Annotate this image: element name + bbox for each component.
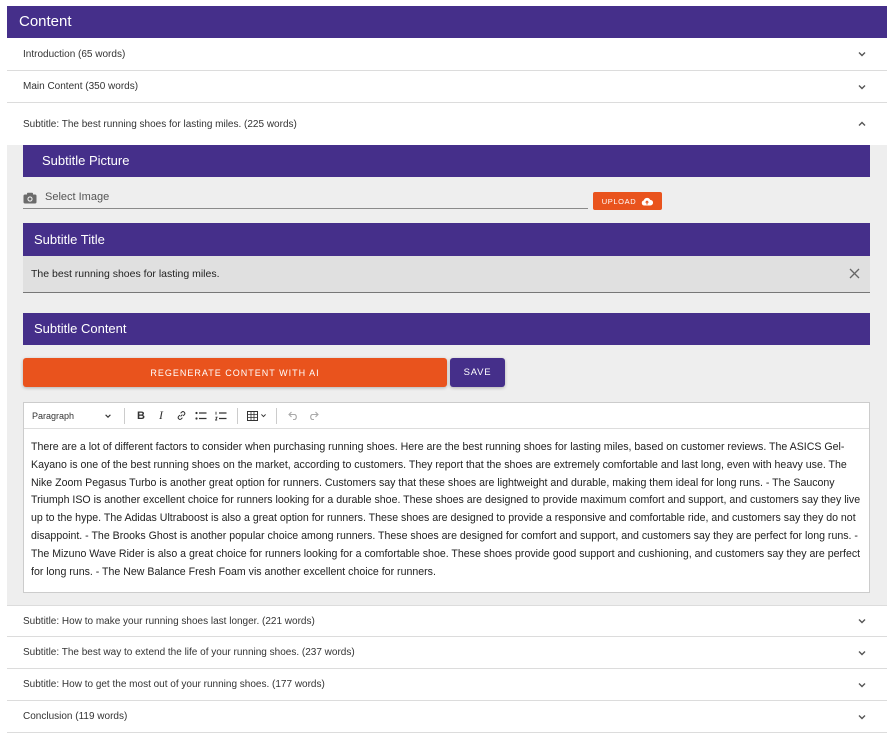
accordion-label: Subtitle: The best running shoes for las…: [23, 118, 297, 130]
paragraph-format-select[interactable]: Paragraph: [32, 411, 118, 421]
regenerate-label: REGENERATE CONTENT WITH AI: [150, 367, 320, 378]
regenerate-content-button[interactable]: REGENERATE CONTENT WITH AI: [23, 358, 447, 387]
accordion-main-content[interactable]: Main Content (350 words): [7, 71, 887, 103]
content-title: Content: [19, 13, 72, 30]
toolbar-divider: [276, 407, 277, 424]
chevron-down-icon: [857, 712, 867, 722]
redo-icon[interactable]: [303, 407, 323, 425]
numbered-list-icon[interactable]: [211, 407, 231, 425]
accordion-label: Subtitle: How to get the most out of you…: [23, 679, 325, 690]
subtitle-title-value: The best running shoes for lasting miles…: [31, 268, 220, 280]
format-select-value: Paragraph: [32, 410, 75, 421]
accordion-conclusion[interactable]: Conclusion (119 words): [7, 701, 887, 733]
rich-text-editor: Paragraph B I There are a lot of differe…: [23, 402, 870, 593]
accordion-subtitle-4[interactable]: Subtitle: How to get the most out of you…: [7, 669, 887, 701]
subtitle-content-heading: Subtitle Content: [34, 321, 127, 336]
chevron-down-icon: [857, 648, 867, 658]
bold-icon[interactable]: B: [131, 407, 151, 425]
subtitle-content-header: Subtitle Content: [23, 313, 870, 345]
accordion-label: Main Content (350 words): [23, 81, 139, 92]
select-image-label: Select Image: [45, 191, 110, 203]
accordion-subtitle-1[interactable]: Subtitle: The best running shoes for las…: [7, 103, 887, 145]
link-icon[interactable]: [171, 407, 191, 425]
subtitle-title-heading: Subtitle Title: [34, 232, 105, 247]
camera-icon: [23, 191, 37, 204]
chevron-down-icon: [857, 616, 867, 626]
subtitle-title-header: Subtitle Title: [23, 223, 870, 256]
close-icon[interactable]: [849, 268, 860, 279]
accordion-subtitle-3[interactable]: Subtitle: The best way to extend the lif…: [7, 637, 887, 669]
accordion-label: Introduction (65 words): [23, 48, 126, 60]
save-label: SAVE: [463, 367, 492, 378]
chevron-down-icon: [857, 49, 867, 59]
editor-paragraph: There are a lot of different factors to …: [31, 441, 861, 578]
accordion-introduction[interactable]: Introduction (65 words): [7, 38, 887, 71]
select-image-field[interactable]: Select Image: [23, 186, 588, 209]
save-button[interactable]: SAVE: [450, 358, 505, 387]
chevron-up-icon: [857, 119, 867, 129]
insert-table-icon[interactable]: [244, 407, 270, 425]
subtitle-picture-heading: Subtitle Picture: [42, 153, 130, 168]
chevron-down-icon: [857, 680, 867, 690]
accordion-label: Conclusion (119 words): [23, 711, 128, 722]
toolbar-divider: [237, 407, 238, 424]
toolbar-divider: [124, 407, 125, 424]
subtitle-title-input[interactable]: The best running shoes for lasting miles…: [23, 256, 870, 293]
subtitle-picture-header: Subtitle Picture: [23, 145, 870, 177]
accordion-subtitle-2[interactable]: Subtitle: How to make your running shoes…: [7, 605, 887, 637]
upload-button[interactable]: UPLOAD: [593, 192, 662, 210]
cloud-upload-icon: [641, 197, 654, 206]
content-header: Content: [7, 6, 887, 38]
accordion-label: Subtitle: How to make your running shoes…: [23, 615, 315, 627]
chevron-down-icon: [857, 82, 867, 92]
editor-content[interactable]: There are a lot of different factors to …: [24, 429, 869, 581]
accordion-label: Subtitle: The best way to extend the lif…: [23, 647, 355, 658]
editor-toolbar: Paragraph B I: [24, 403, 869, 429]
italic-icon[interactable]: I: [151, 407, 171, 425]
upload-label: UPLOAD: [601, 196, 637, 206]
chevron-down-icon: [104, 412, 112, 420]
undo-icon[interactable]: [283, 407, 303, 425]
bulleted-list-icon[interactable]: [191, 407, 211, 425]
